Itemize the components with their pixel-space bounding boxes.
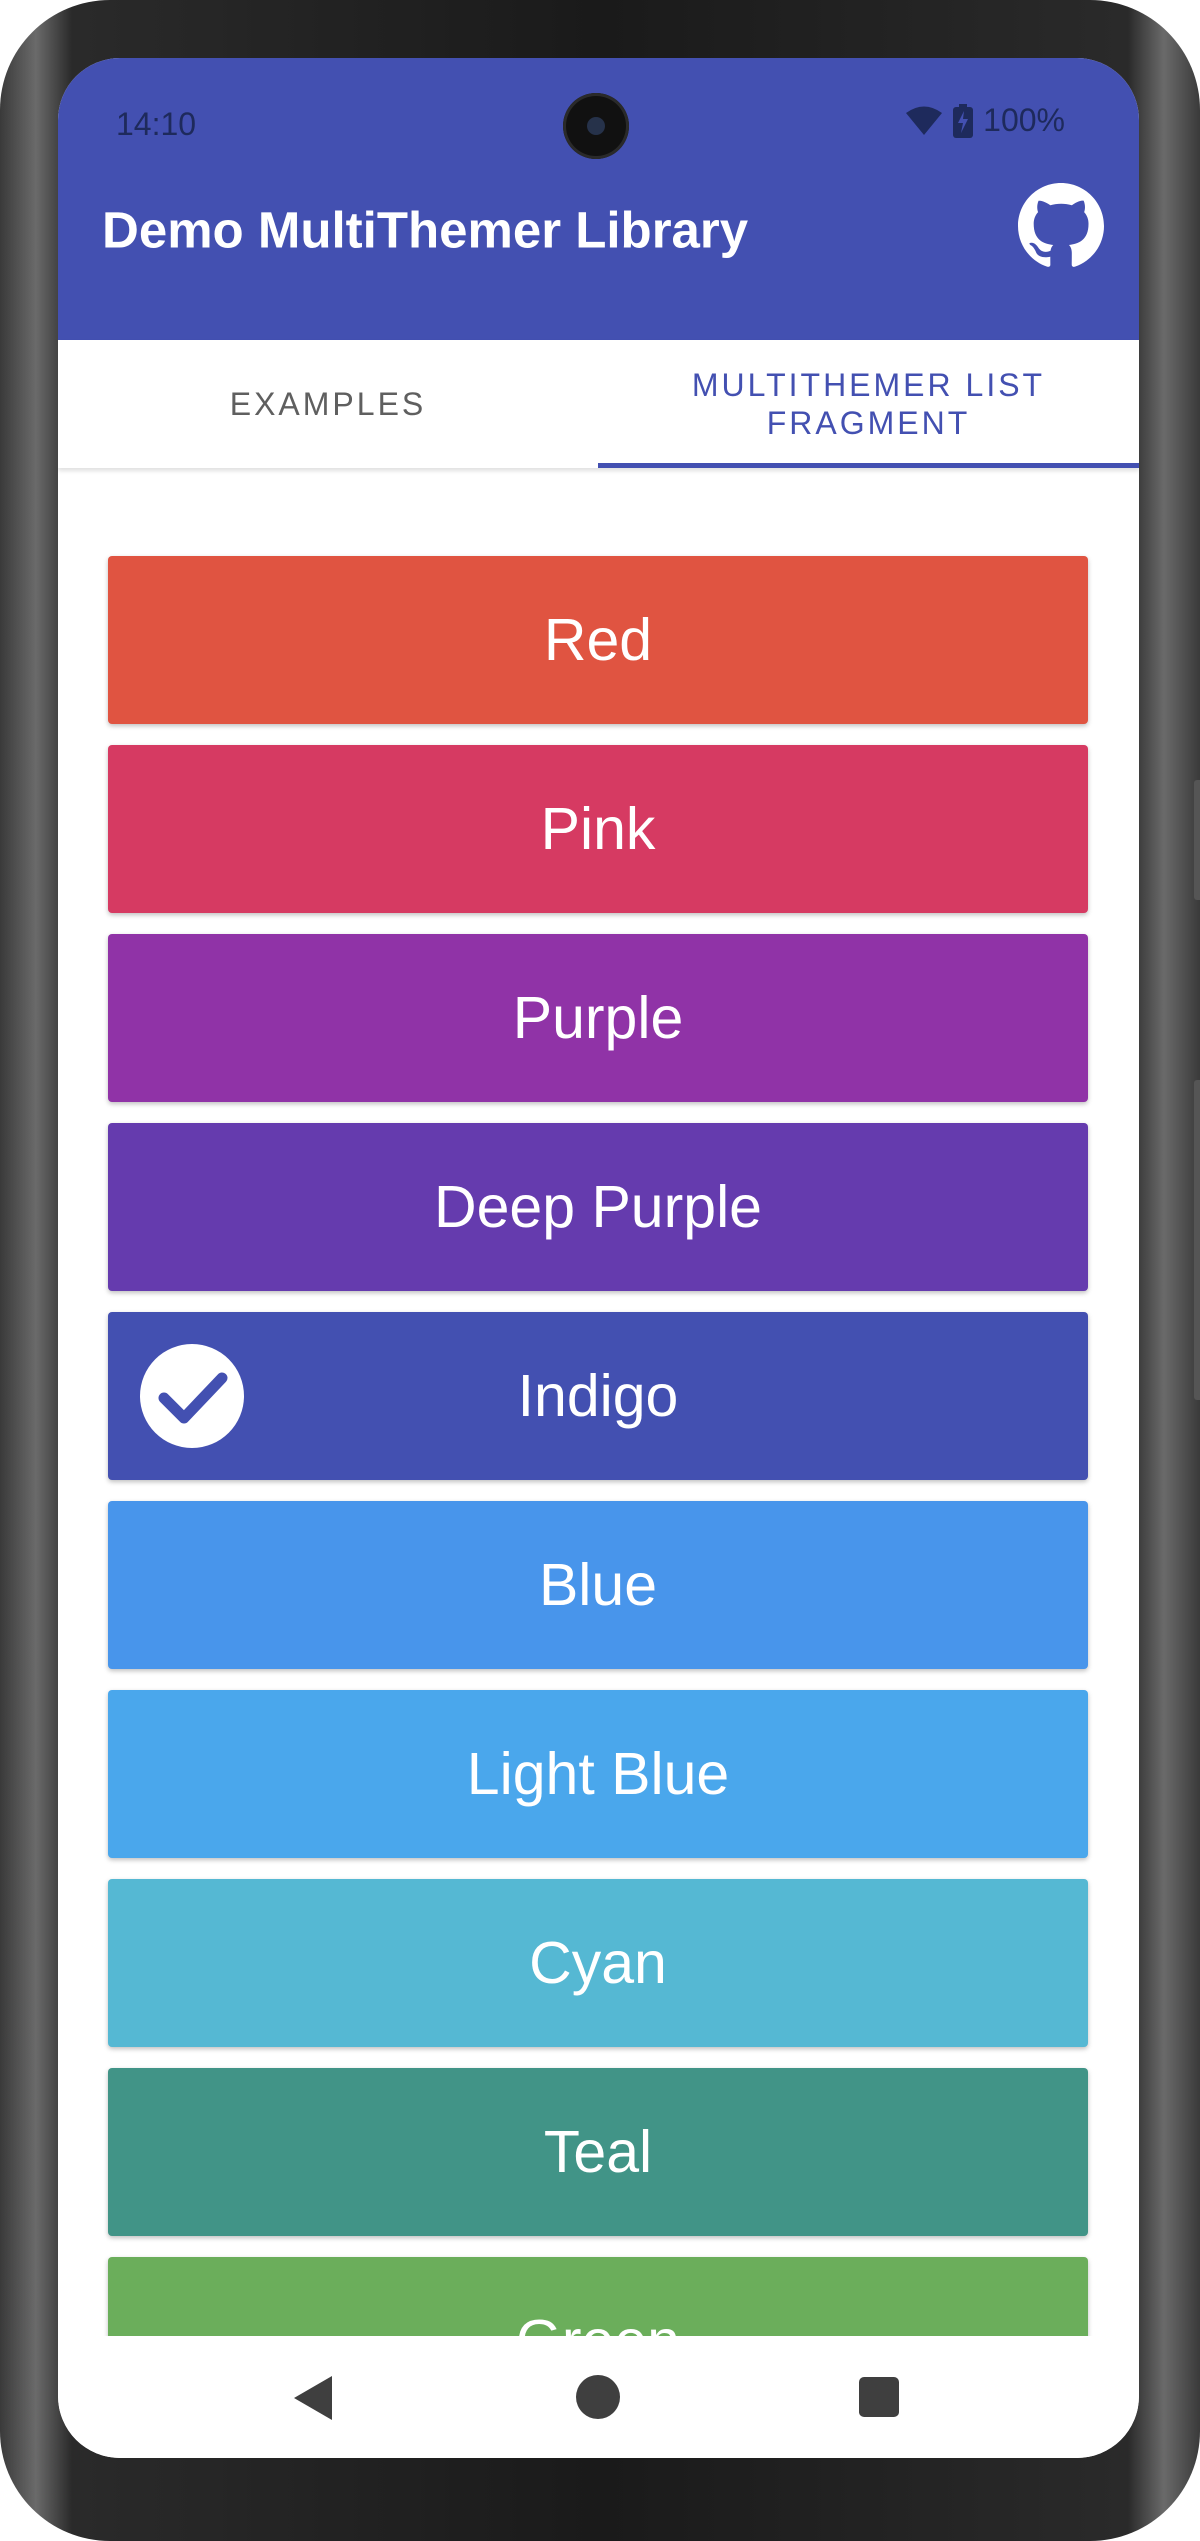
- theme-item-pink[interactable]: Pink: [108, 745, 1088, 913]
- theme-label: Indigo: [517, 1363, 679, 1429]
- theme-item-deep-purple[interactable]: Deep Purple: [108, 1123, 1088, 1291]
- theme-item-cyan[interactable]: Cyan: [108, 1879, 1088, 2047]
- github-icon[interactable]: [1018, 183, 1104, 269]
- theme-item-light-blue[interactable]: Light Blue: [108, 1690, 1088, 1858]
- back-icon[interactable]: [292, 2374, 336, 2422]
- theme-item-blue[interactable]: Blue: [108, 1501, 1088, 1669]
- theme-label: Blue: [538, 1552, 658, 1618]
- wifi-icon: [906, 106, 943, 135]
- status-icons: 100%: [905, 102, 1065, 139]
- app-bar: 14:10 100% Demo MultiThemer Library: [58, 58, 1139, 340]
- tab-multithemer-list-fragment[interactable]: MULTITHEMER LIST FRAGMENT: [598, 340, 1139, 468]
- home-icon[interactable]: [574, 2373, 622, 2421]
- volume-button: [1194, 1080, 1200, 1400]
- battery-percent: 100%: [983, 102, 1065, 138]
- theme-label: Purple: [512, 985, 684, 1051]
- tab-multithemer-label: MULTITHEMER LIST FRAGMENT: [691, 367, 1046, 441]
- system-nav-bar: [58, 2336, 1139, 2458]
- theme-label: Red: [543, 607, 653, 673]
- theme-label: Green: [516, 2307, 680, 2336]
- tab-examples[interactable]: EXAMPLES: [58, 340, 598, 468]
- front-camera: [563, 93, 629, 159]
- theme-item-red[interactable]: Red: [108, 556, 1088, 724]
- theme-label: Light Blue: [466, 1741, 730, 1807]
- theme-label: Teal: [543, 2119, 653, 2185]
- recents-icon[interactable]: [858, 2376, 900, 2418]
- tab-examples-label: EXAMPLES: [229, 386, 427, 422]
- screen: 14:10 100% Demo MultiThemer Library EXAM…: [58, 58, 1139, 2458]
- theme-label: Cyan: [529, 1930, 667, 1996]
- phone-frame: 14:10 100% Demo MultiThemer Library EXAM…: [0, 0, 1200, 2541]
- theme-label: Pink: [540, 796, 656, 862]
- selected-check-icon: [140, 1344, 244, 1448]
- theme-item-green[interactable]: Green: [108, 2257, 1088, 2336]
- app-title: Demo MultiThemer Library: [102, 201, 749, 259]
- power-button: [1194, 780, 1200, 900]
- theme-item-purple[interactable]: Purple: [108, 934, 1088, 1102]
- tab-indicator: [598, 463, 1139, 468]
- theme-item-indigo[interactable]: Indigo: [108, 1312, 1088, 1480]
- battery-icon: [953, 103, 974, 138]
- tab-bar: EXAMPLES MULTITHEMER LIST FRAGMENT: [58, 340, 1139, 468]
- status-time: 14:10: [116, 106, 197, 142]
- theme-item-teal[interactable]: Teal: [108, 2068, 1088, 2236]
- theme-label: Deep Purple: [434, 1174, 762, 1240]
- theme-list[interactable]: Red Pink Purple Deep Purple Indigo Blue …: [58, 468, 1139, 2336]
